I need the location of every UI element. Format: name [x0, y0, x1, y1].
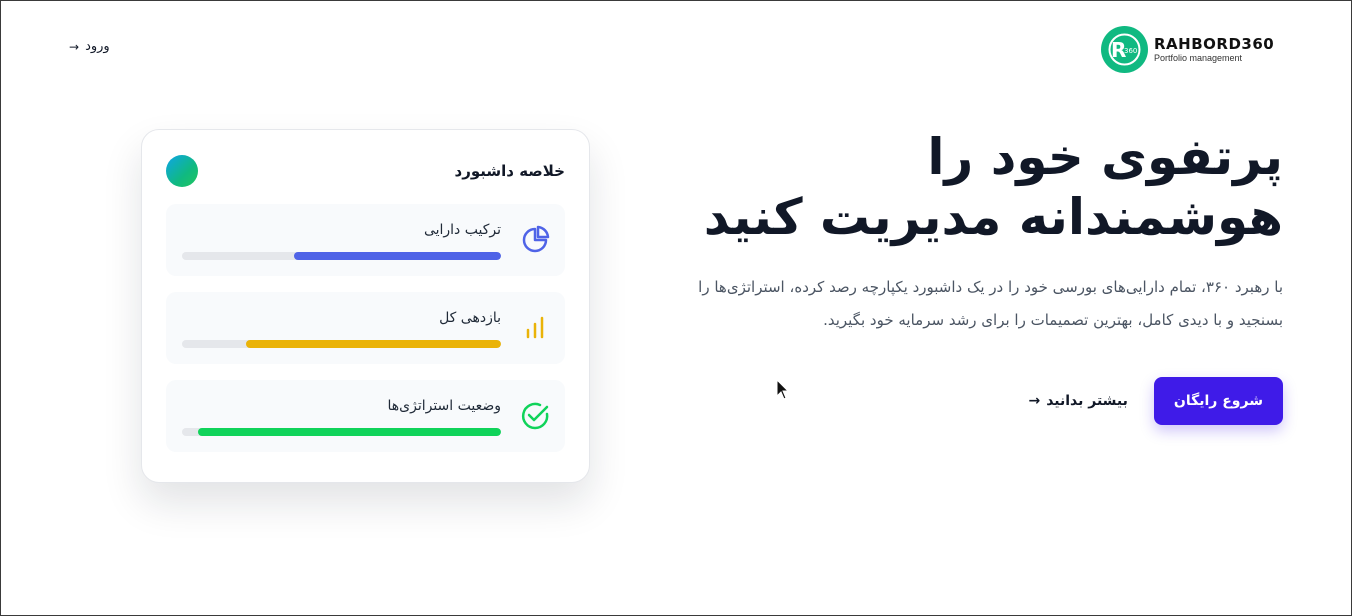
check-circle-icon	[519, 400, 551, 432]
metric-asset-allocation: ترکیب دارایی	[166, 204, 565, 276]
progress-fill	[197, 428, 501, 436]
hero-title-line-1: پرتفوی خود را	[927, 128, 1283, 186]
mouse-cursor-icon	[776, 378, 790, 405]
hero-title: پرتفوی خود را هوشمندانه مدیریت کنید	[663, 127, 1283, 247]
metric-label: ترکیب دارایی	[423, 222, 501, 238]
start-free-button[interactable]: شروع رایگان	[1153, 377, 1283, 425]
metric-label: بازدهی کل	[439, 310, 501, 326]
arrow-right-icon: →	[1028, 393, 1041, 409]
hero-actions: شروع رایگان بیشتر بدانید →	[663, 377, 1283, 425]
hero-title-line-2: هوشمندانه مدیریت کنید	[703, 188, 1283, 246]
logo-badge-text: 360	[1124, 47, 1137, 55]
hero-description: با رهبرد ۳۶۰، تمام دارایی‌های بورسی خود …	[698, 278, 1283, 329]
login-label: ورود	[85, 39, 110, 54]
bar-chart-icon	[519, 312, 551, 344]
hero-section: پرتفوی خود را هوشمندانه مدیریت کنید با ر…	[663, 127, 1283, 425]
arrow-right-icon: →	[69, 39, 80, 54]
brand-logo[interactable]: R 360 RAHBORD360 Portfolio management	[1101, 26, 1274, 73]
progress-fill	[245, 340, 501, 348]
metric-total-return: بازدهی کل	[166, 292, 565, 364]
avatar	[166, 155, 198, 187]
logo-tagline: Portfolio management	[1154, 53, 1243, 63]
logo-name: RAHBORD360	[1154, 35, 1275, 53]
metric-strategy-status: وضعیت استراتژی‌ها	[166, 380, 565, 452]
progress-track	[182, 252, 501, 260]
logo-badge-icon: R 360	[1101, 26, 1148, 73]
metric-label: وضعیت استراتژی‌ها	[387, 398, 501, 414]
learn-more-link[interactable]: بیشتر بدانید →	[1028, 393, 1127, 409]
pie-chart-icon	[519, 224, 551, 256]
progress-track	[182, 428, 501, 436]
dashboard-summary-card: خلاصه داشبورد ترکیب دارایی بازدهی کل وضع…	[141, 129, 590, 483]
login-link[interactable]: ورود →	[69, 39, 110, 54]
learn-more-label: بیشتر بدانید	[1046, 393, 1128, 409]
progress-track	[182, 340, 501, 348]
card-title: خلاصه داشبورد	[454, 162, 565, 180]
progress-fill	[293, 252, 501, 260]
